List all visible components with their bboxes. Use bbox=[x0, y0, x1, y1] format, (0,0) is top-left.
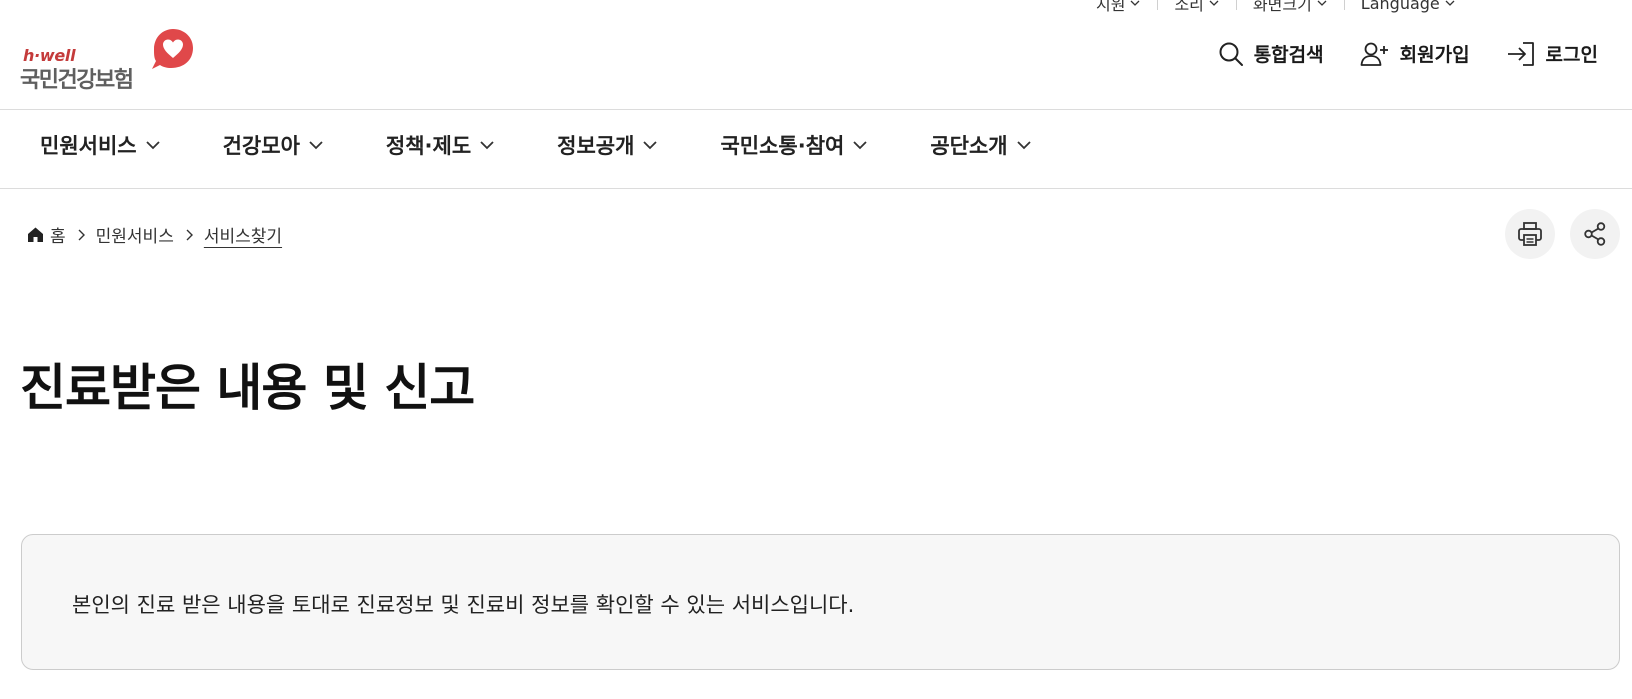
nav-item-policy[interactable]: 정책·제도 bbox=[386, 130, 495, 160]
divider bbox=[1235, 0, 1237, 10]
page-title: 진료받은 내용 및 신고 bbox=[20, 359, 475, 417]
printer-icon bbox=[1518, 222, 1542, 246]
signup-button[interactable]: 회원가입 bbox=[1360, 40, 1470, 67]
search-button-label: 통합검색 bbox=[1253, 44, 1324, 66]
chevron-right-icon bbox=[76, 229, 86, 241]
divider bbox=[1157, 0, 1159, 10]
nav-item-label: 국민소통·참여 bbox=[720, 134, 845, 158]
chevron-down-icon bbox=[853, 141, 867, 150]
util-support-label: 지원 bbox=[1096, 0, 1126, 14]
nav-item-label: 공단소개 bbox=[930, 134, 1008, 158]
nav-item-participation[interactable]: 국민소통·참여 bbox=[720, 130, 868, 160]
search-icon bbox=[1219, 42, 1243, 66]
chevron-down-icon bbox=[1317, 0, 1327, 6]
nav-item-label: 정책·제도 bbox=[385, 134, 472, 158]
util-screen-size-label: 화면크기 bbox=[1252, 0, 1312, 14]
header-divider bbox=[0, 109, 1632, 110]
breadcrumb-home[interactable]: 홈 bbox=[27, 222, 66, 247]
nav-divider bbox=[0, 188, 1632, 189]
chevron-down-icon bbox=[1016, 141, 1031, 150]
divider bbox=[1343, 0, 1345, 10]
util-language-menu[interactable]: Language bbox=[1361, 0, 1456, 13]
heart-icon bbox=[152, 29, 193, 69]
chevron-down-icon bbox=[145, 141, 160, 150]
login-icon bbox=[1507, 41, 1534, 66]
chevron-down-icon bbox=[1130, 0, 1140, 6]
main-nav: 민원서비스 건강모아 정책·제도 정보공개 국민소통·참여 공단소개 bbox=[40, 130, 1032, 160]
nav-item-label: 민원서비스 bbox=[40, 134, 137, 158]
chevron-down-icon bbox=[1445, 0, 1455, 6]
nav-item-health-moa[interactable]: 건강모아 bbox=[223, 130, 324, 160]
chevron-down-icon bbox=[1209, 0, 1219, 6]
site-logo[interactable]: h·well 국민건강보험 bbox=[20, 28, 200, 93]
home-icon bbox=[28, 227, 43, 242]
chevron-right-icon bbox=[184, 229, 194, 241]
nav-item-civil-services[interactable]: 민원서비스 bbox=[40, 130, 161, 160]
header-actions: 통합검색 회원가입 로그인 bbox=[1218, 40, 1598, 67]
signup-button-label: 회원가입 bbox=[1399, 44, 1470, 66]
share-icon bbox=[1584, 222, 1606, 246]
login-button-label: 로그인 bbox=[1545, 44, 1598, 66]
chevron-down-icon bbox=[643, 141, 658, 150]
logo-name-text: 국민건강보험 bbox=[20, 68, 134, 93]
utility-bar: 지원 소리 화면크기 Language bbox=[1096, 0, 1456, 15]
chevron-down-icon bbox=[309, 141, 323, 150]
chevron-down-icon bbox=[480, 141, 494, 150]
breadcrumb: 홈 민원서비스 서비스찾기 bbox=[27, 222, 282, 247]
description-text: 본인의 진료 받은 내용을 토대로 진료정보 및 진료비 정보를 확인할 수 있… bbox=[72, 593, 855, 617]
share-button[interactable] bbox=[1570, 209, 1620, 259]
nav-item-about[interactable]: 공단소개 bbox=[930, 130, 1031, 160]
user-plus-icon bbox=[1360, 42, 1388, 66]
util-screen-size-menu[interactable]: 화면크기 bbox=[1253, 0, 1328, 15]
search-button[interactable]: 통합검색 bbox=[1218, 40, 1324, 67]
util-sound-label: 소리 bbox=[1174, 0, 1204, 14]
breadcrumb-item[interactable]: 민원서비스 bbox=[96, 222, 174, 247]
breadcrumb-current[interactable]: 서비스찾기 bbox=[204, 222, 282, 247]
nav-item-label: 정보공개 bbox=[557, 134, 635, 158]
util-support-menu[interactable]: 지원 bbox=[1096, 0, 1141, 15]
breadcrumb-home-label: 홈 bbox=[50, 227, 66, 247]
nav-item-information-disclosure[interactable]: 정보공개 bbox=[557, 130, 658, 160]
description-box: 본인의 진료 받은 내용을 토대로 진료정보 및 진료비 정보를 확인할 수 있… bbox=[21, 534, 1620, 670]
nav-item-label: 건강모아 bbox=[222, 134, 300, 158]
util-sound-menu[interactable]: 소리 bbox=[1174, 0, 1219, 15]
util-language-label: Language bbox=[1360, 0, 1440, 13]
print-button[interactable] bbox=[1505, 209, 1555, 259]
login-button[interactable]: 로그인 bbox=[1506, 40, 1598, 67]
